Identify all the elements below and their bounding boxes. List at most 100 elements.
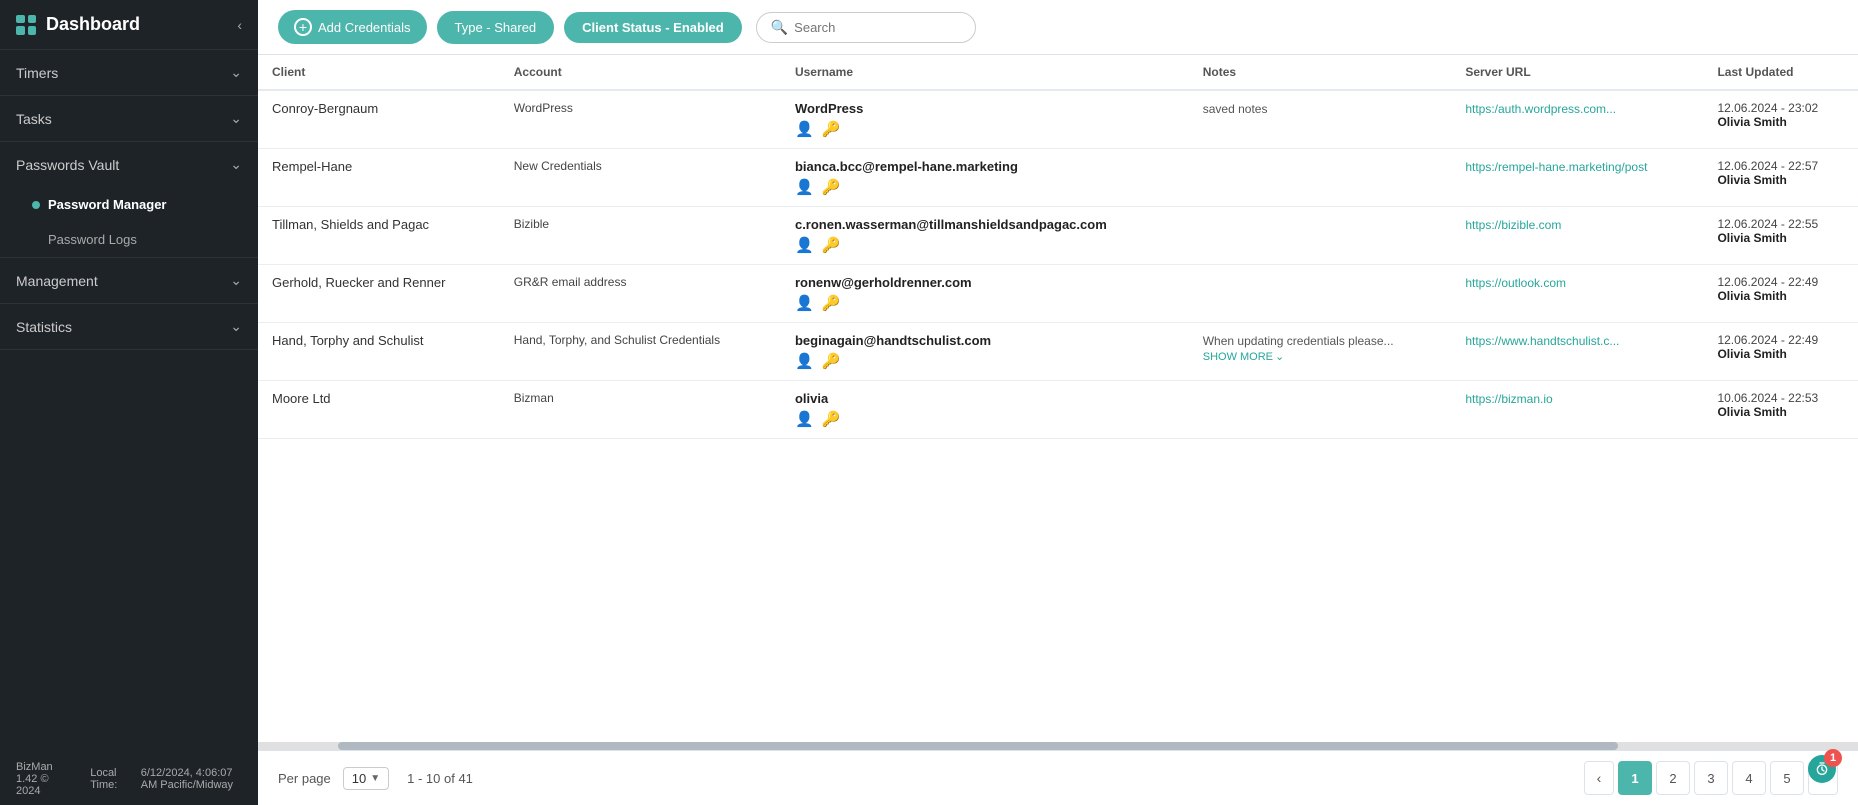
cell-client: Moore Ltd xyxy=(258,381,500,439)
sidebar-item-passwords-vault[interactable]: Passwords Vault ⌄ xyxy=(0,142,258,187)
person-icon: 👤 xyxy=(795,120,814,138)
server-url-link[interactable]: https:/auth.wordpress.com... xyxy=(1465,102,1616,116)
person-icon: 👤 xyxy=(795,178,814,196)
cell-server-url: https:/auth.wordpress.com... xyxy=(1451,90,1703,149)
sidebar-collapse-icon[interactable]: ‹ xyxy=(237,17,242,33)
page-button-1[interactable]: 1 xyxy=(1618,761,1652,795)
cell-client: Rempel-Hane xyxy=(258,149,500,207)
active-dot xyxy=(32,201,40,209)
table-row: Tillman, Shields and Pagac Bizible c.ron… xyxy=(258,207,1858,265)
credentials-table: Client Account Username Notes Server URL… xyxy=(258,55,1858,439)
table-row: Moore Ltd Bizman olivia 👤 🔑 https://bizm… xyxy=(258,381,1858,439)
cell-username: ronenw@gerholdrenner.com 👤 🔑 xyxy=(781,265,1189,323)
cell-account: Bizible xyxy=(500,207,781,265)
show-more-button[interactable]: SHOW MORE ⌄ xyxy=(1203,350,1438,363)
sidebar-item-password-logs[interactable]: Password Logs xyxy=(0,222,258,257)
key-icon: 🔑 xyxy=(822,236,841,254)
cell-notes: When updating credentials please... SHOW… xyxy=(1189,323,1452,381)
cell-username: bianca.bcc@rempel-hane.marketing 👤 🔑 xyxy=(781,149,1189,207)
notification-count: 1 xyxy=(1824,749,1842,767)
chevron-down-icon: ▼ xyxy=(370,773,380,784)
cell-last-updated: 12.06.2024 - 22:57 Olivia Smith xyxy=(1703,149,1858,207)
cell-username: olivia 👤 🔑 xyxy=(781,381,1189,439)
cell-account: GR&R email address xyxy=(500,265,781,323)
pagination-buttons: ‹ 1 2 3 4 5 › xyxy=(1584,761,1838,795)
horizontal-scrollbar[interactable] xyxy=(258,742,1858,750)
cell-notes xyxy=(1189,207,1452,265)
person-icon: 👤 xyxy=(795,294,814,312)
add-credentials-button[interactable]: + Add Credentials xyxy=(278,10,427,44)
cell-server-url: https://www.handtschulist.c... xyxy=(1451,323,1703,381)
toolbar: + Add Credentials Type - Shared Client S… xyxy=(258,0,1858,55)
notification-widget[interactable]: 1 xyxy=(1808,755,1836,783)
col-client: Client xyxy=(258,55,500,90)
cell-last-updated: 12.06.2024 - 22:49 Olivia Smith xyxy=(1703,265,1858,323)
col-server-url: Server URL xyxy=(1451,55,1703,90)
chevron-down-icon: ⌄ xyxy=(230,110,242,127)
page-button-3[interactable]: 3 xyxy=(1694,761,1728,795)
cell-username: c.ronen.wasserman@tillmanshieldsandpagac… xyxy=(781,207,1189,265)
cell-last-updated: 10.06.2024 - 22:53 Olivia Smith xyxy=(1703,381,1858,439)
key-icon: 🔑 xyxy=(822,352,841,370)
plus-circle-icon: + xyxy=(294,18,312,36)
page-button-4[interactable]: 4 xyxy=(1732,761,1766,795)
search-input[interactable] xyxy=(794,20,954,35)
cell-client: Tillman, Shields and Pagac xyxy=(258,207,500,265)
horizontal-scroll-thumb xyxy=(338,742,1618,750)
cell-last-updated: 12.06.2024 - 23:02 Olivia Smith xyxy=(1703,90,1858,149)
col-last-updated: Last Updated xyxy=(1703,55,1858,90)
col-notes: Notes xyxy=(1189,55,1452,90)
sidebar-item-statistics[interactable]: Statistics ⌄ xyxy=(0,304,258,349)
cell-last-updated: 12.06.2024 - 22:55 Olivia Smith xyxy=(1703,207,1858,265)
cell-account: WordPress xyxy=(500,90,781,149)
type-filter-button[interactable]: Type - Shared xyxy=(437,11,555,44)
cell-notes xyxy=(1189,381,1452,439)
cell-username: beginagain@handtschulist.com 👤 🔑 xyxy=(781,323,1189,381)
chevron-down-icon: ⌄ xyxy=(230,64,242,81)
cell-client: Conroy-Bergnaum xyxy=(258,90,500,149)
cell-server-url: https://bizman.io xyxy=(1451,381,1703,439)
sidebar: Dashboard ‹ Timers ⌄ Tasks ⌄ Passwords V… xyxy=(0,0,258,805)
sidebar-section-tasks: Tasks ⌄ xyxy=(0,96,258,142)
sidebar-section-statistics: Statistics ⌄ xyxy=(0,304,258,350)
table-header-row: Client Account Username Notes Server URL… xyxy=(258,55,1858,90)
cell-account: New Credentials xyxy=(500,149,781,207)
chevron-down-icon: ⌄ xyxy=(230,318,242,335)
search-wrap: 🔍 xyxy=(756,12,976,43)
sidebar-item-password-manager[interactable]: Password Manager xyxy=(0,187,258,222)
chevron-down-icon: ⌄ xyxy=(230,156,242,173)
server-url-link[interactable]: https://bizible.com xyxy=(1465,218,1561,232)
sidebar-item-management[interactable]: Management ⌄ xyxy=(0,258,258,303)
cell-server-url: https://outlook.com xyxy=(1451,265,1703,323)
cell-account: Hand, Torphy, and Schulist Credentials xyxy=(500,323,781,381)
per-page-select[interactable]: 10 ▼ xyxy=(343,767,389,790)
prev-page-button[interactable]: ‹ xyxy=(1584,761,1614,795)
server-url-link[interactable]: https://outlook.com xyxy=(1465,276,1566,290)
cell-client: Hand, Torphy and Schulist xyxy=(258,323,500,381)
page-button-5[interactable]: 5 xyxy=(1770,761,1804,795)
table-wrap: Client Account Username Notes Server URL… xyxy=(258,55,1858,742)
page-button-2[interactable]: 2 xyxy=(1656,761,1690,795)
server-url-link[interactable]: https://bizman.io xyxy=(1465,392,1552,406)
client-status-button[interactable]: Client Status - Enabled xyxy=(564,12,742,43)
server-url-link[interactable]: https:/rempel-hane.marketing/post xyxy=(1465,160,1647,174)
sidebar-item-tasks[interactable]: Tasks ⌄ xyxy=(0,96,258,141)
cell-notes xyxy=(1189,265,1452,323)
person-icon: 👤 xyxy=(795,352,814,370)
main-content: + Add Credentials Type - Shared Client S… xyxy=(258,0,1858,805)
key-icon: 🔑 xyxy=(822,120,841,138)
cell-username: WordPress 👤 🔑 xyxy=(781,90,1189,149)
server-url-link[interactable]: https://www.handtschulist.c... xyxy=(1465,334,1619,348)
cell-server-url: https://bizible.com xyxy=(1451,207,1703,265)
page-range: 1 - 10 of 41 xyxy=(407,771,473,786)
per-page-label: Per page xyxy=(278,771,331,786)
person-icon: 👤 xyxy=(795,410,814,428)
sidebar-section-passwords-vault: Passwords Vault ⌄ Password Manager Passw… xyxy=(0,142,258,258)
sidebar-section-management: Management ⌄ xyxy=(0,258,258,304)
pagination-bar: Per page 10 ▼ 1 - 10 of 41 ‹ 1 2 3 4 5 › xyxy=(258,750,1858,805)
app-title: Dashboard xyxy=(16,14,140,35)
chevron-down-icon: ⌄ xyxy=(1275,350,1284,363)
cell-client: Gerhold, Ruecker and Renner xyxy=(258,265,500,323)
sidebar-item-timers[interactable]: Timers ⌄ xyxy=(0,50,258,95)
cell-notes xyxy=(1189,149,1452,207)
